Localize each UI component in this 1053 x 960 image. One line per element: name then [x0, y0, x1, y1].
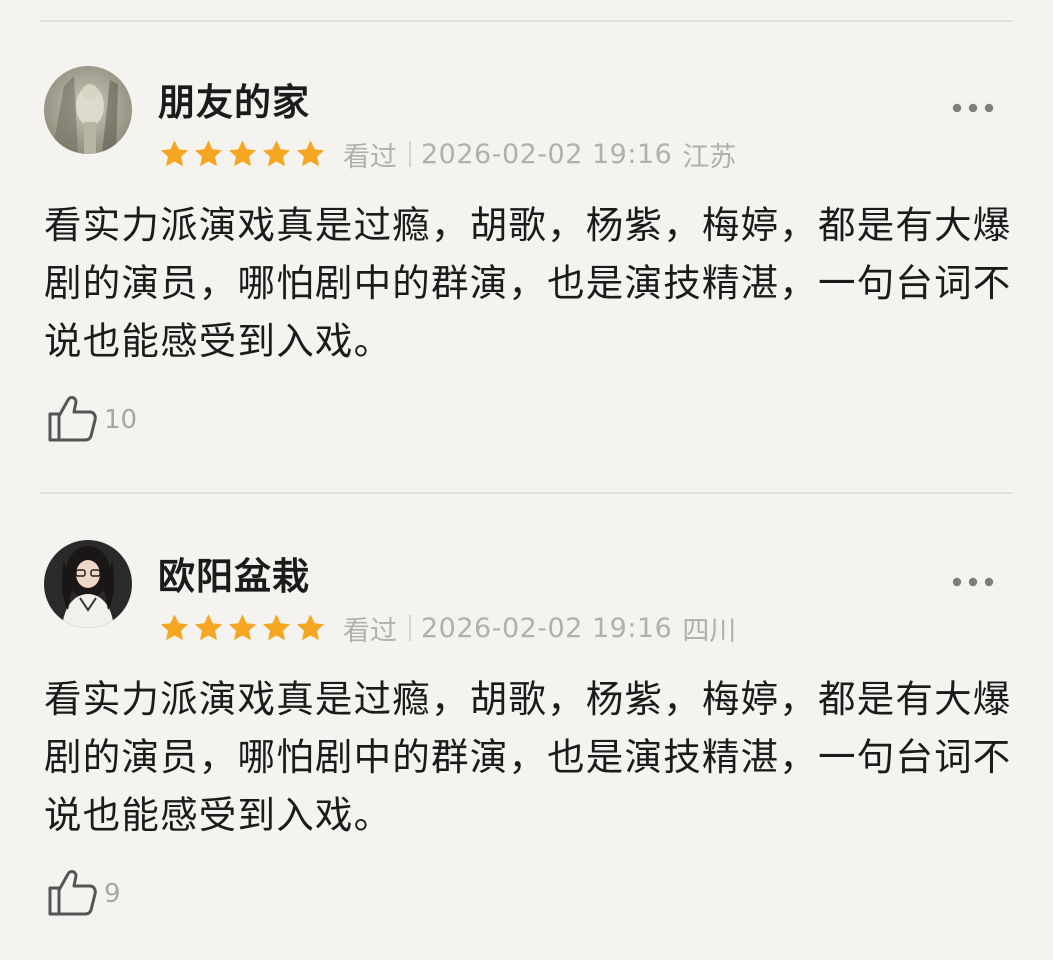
username[interactable]: 朋友的家 [158, 72, 310, 126]
thumbs-up-icon [48, 396, 97, 442]
avatar[interactable] [44, 540, 132, 628]
comment-datetime: 2026-02-02 19:16 [421, 612, 673, 644]
comment-meta: 看过 2026-02-02 19:16 四川 [158, 608, 736, 648]
comment-text: 看实力派演戏真是过瘾，胡歌，杨紫，梅婷，都是有大爆剧的演员，哪怕剧中的群演，也是… [44, 677, 1012, 837]
divider [40, 492, 1013, 494]
comment-location: 四川 [682, 615, 737, 647]
star-icon [192, 138, 225, 170]
comment-meta: 看过 2026-02-02 19:16 江苏 [158, 134, 736, 174]
comment-location: 江苏 [682, 141, 737, 173]
divider [40, 20, 1013, 22]
separator [409, 615, 411, 641]
star-icon [192, 612, 225, 644]
comment-text: 看实力派演戏真是过瘾，胡歌，杨紫，梅婷，都是有大爆剧的演员，哪怕剧中的群演，也是… [44, 203, 1012, 363]
star-icon [226, 612, 259, 644]
star-icon [158, 612, 191, 644]
more-options-button[interactable] [951, 98, 995, 118]
star-icon [226, 138, 259, 170]
watch-status: 看过 [343, 615, 397, 647]
more-options-button[interactable] [951, 572, 995, 592]
like-button[interactable]: 9 [46, 862, 121, 922]
like-count: 9 [104, 879, 121, 909]
comment-card: 欧阳盆栽 看过 2026-02-02 19:16 四川 看实力派演戏真是过瘾，胡… [0, 534, 1053, 960]
rating-stars [158, 612, 327, 644]
star-icon [260, 612, 293, 644]
rating-stars [158, 138, 327, 170]
more-dots-icon [952, 577, 994, 587]
star-icon [294, 612, 327, 644]
separator [409, 141, 411, 167]
comment-card: 朋友的家 看过 2026-02-02 19:16 江苏 看实力派演戏真是过瘾，胡… [0, 60, 1053, 500]
like-button[interactable]: 10 [46, 388, 137, 448]
star-icon [294, 138, 327, 170]
comment-datetime: 2026-02-02 19:16 [421, 138, 673, 170]
star-icon [260, 138, 293, 170]
username[interactable]: 欧阳盆栽 [158, 546, 310, 600]
star-icon [158, 138, 191, 170]
comment-list: 朋友的家 看过 2026-02-02 19:16 江苏 看实力派演戏真是过瘾，胡… [0, 0, 1053, 960]
like-count: 10 [104, 405, 138, 435]
more-dots-icon [952, 103, 994, 113]
watch-status: 看过 [343, 141, 397, 173]
avatar[interactable] [44, 66, 132, 154]
thumbs-up-icon [48, 870, 97, 916]
